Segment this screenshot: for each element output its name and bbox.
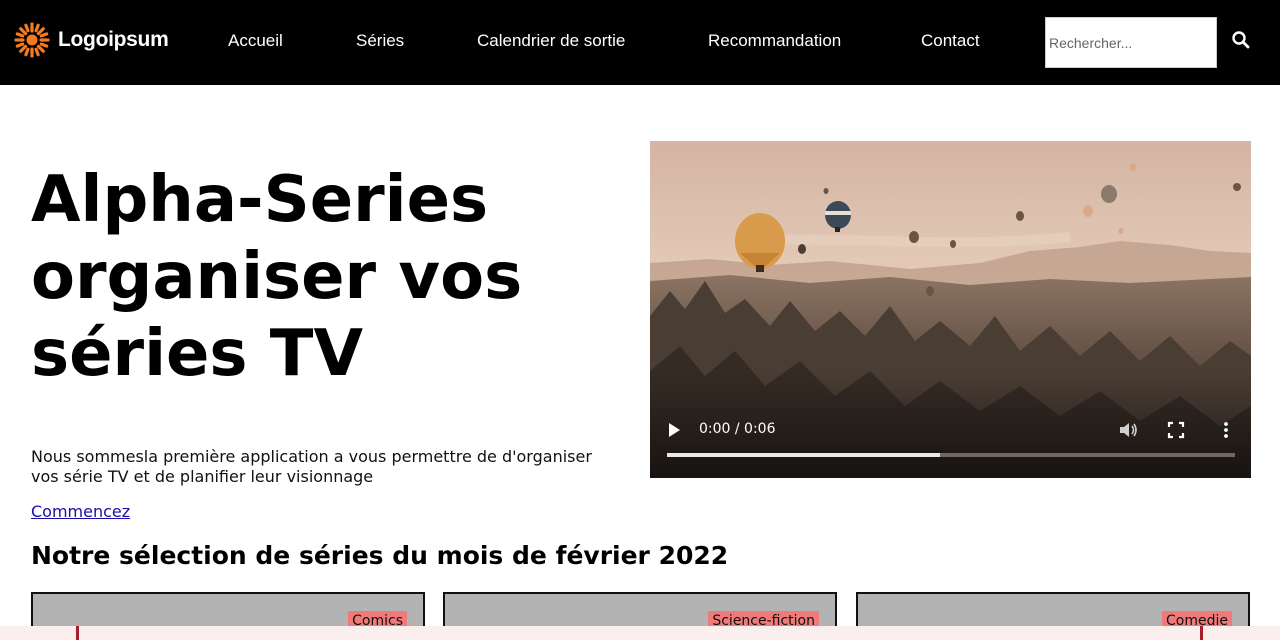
bottom-banner: [0, 626, 1280, 640]
logo-text: Logoipsum: [58, 28, 169, 51]
video-player[interactable]: 0:00 / 0:06: [650, 141, 1251, 478]
volume-icon[interactable]: [1117, 419, 1139, 441]
nav-link-contact[interactable]: Contact: [921, 31, 980, 51]
video-time: 0:00 / 0:06: [699, 421, 776, 437]
bottom-banner-edge: [76, 626, 79, 640]
video-progress-bar[interactable]: [667, 453, 1235, 457]
search-input[interactable]: [1045, 17, 1217, 68]
start-link[interactable]: Commencez: [31, 502, 130, 521]
hero-description: Nous sommesla première application a vou…: [31, 447, 592, 486]
nav-link-calendrier[interactable]: Calendrier de sortie: [477, 31, 625, 51]
search-icon: [1232, 30, 1250, 48]
logo[interactable]: Logoipsum: [14, 22, 169, 58]
search-button[interactable]: [1228, 28, 1254, 54]
selection-title: Notre sélection de séries du mois de fév…: [31, 541, 729, 570]
play-icon[interactable]: [664, 419, 684, 441]
nav-link-recommandation[interactable]: Recommandation: [708, 31, 841, 51]
nav-link-accueil[interactable]: Accueil: [228, 31, 283, 51]
video-progress-fill: [667, 453, 940, 457]
top-navbar: Logoipsum Accueil Séries Calendrier de s…: [0, 0, 1280, 85]
hero-title: Alpha-Series organiser vos séries TV: [31, 163, 523, 391]
nav-link-series[interactable]: Séries: [356, 31, 404, 51]
fullscreen-icon[interactable]: [1166, 420, 1186, 440]
more-options-icon[interactable]: [1216, 419, 1236, 441]
logo-sun-icon: [14, 22, 50, 58]
bottom-banner-edge: [1200, 626, 1203, 640]
